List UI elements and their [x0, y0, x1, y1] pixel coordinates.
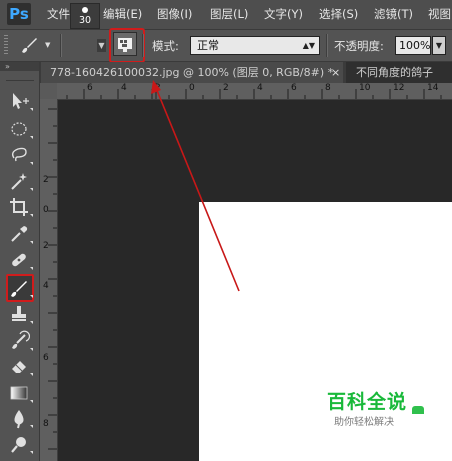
toolbox-collapse-icon[interactable]: »: [5, 62, 10, 71]
brush-preset-picker[interactable]: 30: [70, 3, 100, 29]
ruler-label: 2: [43, 241, 49, 251]
menu-select[interactable]: 选择(S): [319, 5, 358, 23]
options-divider: [326, 34, 328, 57]
ruler-label: 0: [189, 83, 195, 93]
photoshop-logo: Ps: [7, 3, 31, 25]
blur-tool-icon[interactable]: [8, 407, 33, 429]
menu-view[interactable]: 视图: [428, 5, 451, 23]
brush-tip-icon: [82, 7, 88, 13]
move-tool-icon[interactable]: [8, 90, 33, 112]
clone-stamp-tool-icon[interactable]: [8, 303, 33, 325]
eraser-tool-icon[interactable]: [8, 355, 33, 377]
ruler-origin[interactable]: [40, 83, 57, 99]
document-tab-label: 778-160426100032.jpg @ 100% (图层 0, RGB/8…: [50, 66, 334, 79]
brush-tool-icon[interactable]: [8, 277, 33, 299]
menu-layer[interactable]: 图层(L): [210, 5, 248, 23]
brush-size-value: 30: [78, 15, 92, 26]
ruler-label: 6: [43, 353, 49, 363]
options-divider: [60, 34, 62, 57]
mode-label: 模式:: [152, 39, 179, 53]
menu-edit[interactable]: 编辑(E): [103, 5, 142, 23]
gradient-tool-icon[interactable]: [8, 382, 33, 404]
options-divider: [142, 34, 144, 57]
ruler-label: 2: [43, 175, 49, 185]
crop-tool-icon[interactable]: [8, 196, 33, 218]
highlight-box: [109, 28, 145, 63]
marquee-tool-icon[interactable]: [8, 118, 33, 140]
lasso-tool-icon[interactable]: [8, 144, 33, 166]
document-tab-label: 不同角度的鸽子: [356, 66, 433, 79]
tool-preset-brush-icon[interactable]: [18, 34, 40, 56]
opacity-input[interactable]: 100%: [395, 36, 431, 55]
tab-close-icon[interactable]: ×: [331, 65, 340, 80]
ruler-label: 14: [427, 83, 439, 93]
opacity-label: 不透明度:: [334, 39, 384, 53]
ruler-label: 8: [43, 419, 49, 429]
watermark-title: 百科全说: [327, 391, 408, 413]
blend-mode-select[interactable]: 正常 ▲▼: [190, 36, 320, 55]
magic-wand-tool-icon[interactable]: [8, 170, 33, 192]
dodge-tool-icon[interactable]: [8, 433, 33, 455]
menu-image[interactable]: 图像(I): [157, 5, 192, 23]
opacity-caret-icon[interactable]: ▼: [432, 36, 446, 55]
ruler-label: 8: [325, 83, 331, 93]
brush-preset-caret-icon[interactable]: ▼: [97, 39, 106, 52]
ruler-label: 4: [43, 281, 49, 291]
ruler-label: 2: [223, 83, 229, 93]
eyedropper-tool-icon[interactable]: [8, 223, 33, 245]
ruler-label: 6: [291, 83, 297, 93]
ruler-label: 4: [257, 83, 263, 93]
vertical-ruler[interactable]: 2 0 2 4 6 8: [40, 99, 58, 461]
opacity-value: 100%: [399, 39, 431, 52]
ruler-label: 2: [155, 83, 161, 93]
ruler-label: 6: [87, 83, 93, 93]
toolbox-divider: [6, 80, 34, 81]
ruler-label: 12: [393, 83, 405, 93]
menu-type[interactable]: 文字(Y): [264, 5, 303, 23]
options-grip[interactable]: [3, 33, 9, 57]
horizontal-ruler[interactable]: 6 4 2 0 2 4 6 8 10 12 14: [57, 83, 452, 100]
ruler-label: 4: [121, 83, 127, 93]
select-caret-icon: ▲▼: [302, 41, 315, 50]
ruler-label: 10: [359, 83, 371, 93]
document-tab[interactable]: 不同角度的鸽子: [346, 62, 452, 83]
blend-mode-value: 正常: [197, 39, 219, 52]
watermark-logo-icon: [412, 406, 424, 414]
healing-brush-tool-icon[interactable]: [8, 249, 33, 271]
ruler-label: 0: [43, 205, 49, 215]
document-tab-active[interactable]: 778-160426100032.jpg @ 100% (图层 0, RGB/8…: [41, 62, 343, 83]
watermark-subtitle: 助你轻松解决: [334, 417, 394, 428]
menu-filter[interactable]: 滤镜(T): [374, 5, 413, 23]
history-brush-tool-icon[interactable]: [8, 330, 33, 352]
tool-preset-caret-icon[interactable]: ▼: [45, 41, 50, 49]
document-canvas[interactable]: [199, 202, 452, 461]
